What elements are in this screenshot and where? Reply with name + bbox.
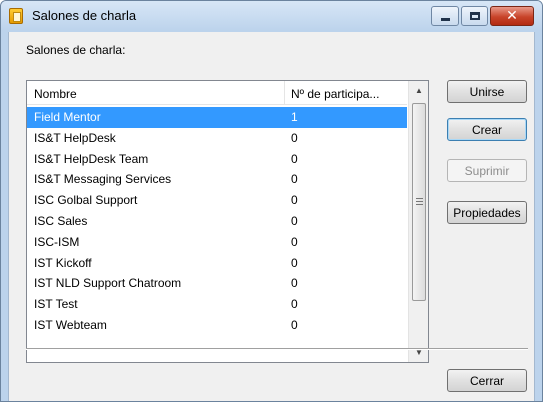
participant-count: 0 bbox=[291, 234, 298, 249]
thumb-grip-line bbox=[416, 204, 423, 205]
room-name: ISC-ISM bbox=[34, 234, 80, 249]
participant-count: 0 bbox=[291, 255, 298, 270]
app-icon bbox=[9, 8, 23, 24]
chat-rooms-window: Salones de charla ✕ Salones de charla: N… bbox=[0, 0, 543, 402]
room-name: IST NLD Support Chatroom bbox=[34, 276, 182, 291]
list-header: Nombre Nº de participa... bbox=[27, 81, 407, 105]
list-item[interactable]: ISC Golbal Support 0 bbox=[27, 190, 407, 211]
chat-rooms-list[interactable]: Nombre Nº de participa... Field Mentor 1 I… bbox=[26, 80, 429, 363]
column-separator[interactable] bbox=[284, 81, 285, 104]
list-item[interactable]: IS&T HelpDesk 0 bbox=[27, 128, 407, 149]
participant-count: 0 bbox=[291, 276, 298, 291]
join-button[interactable]: Unirse bbox=[447, 80, 527, 103]
minimize-icon bbox=[440, 18, 450, 21]
vertical-scrollbar[interactable]: ▲ ▼ bbox=[408, 81, 428, 362]
participant-count: 1 bbox=[291, 110, 298, 124]
room-name: IST Webteam bbox=[34, 317, 107, 332]
participant-count: 0 bbox=[291, 213, 298, 228]
participant-count: 0 bbox=[291, 151, 298, 166]
window-title: Salones de charla bbox=[32, 8, 137, 23]
participant-count: 0 bbox=[291, 297, 298, 312]
maximize-icon bbox=[469, 12, 480, 20]
list-item[interactable]: IS&T HelpDesk Team 0 bbox=[27, 149, 407, 170]
list-item[interactable]: Field Mentor 1 bbox=[27, 107, 407, 128]
close-button[interactable]: Cerrar bbox=[447, 369, 527, 392]
thumb-grip-line bbox=[416, 198, 423, 199]
maximize-button[interactable] bbox=[461, 6, 488, 26]
list-rows: Field Mentor 1 IS&T HelpDesk 0 IS&T HelpDesk… bbox=[27, 107, 407, 336]
list-item[interactable]: IST Webteam 0 bbox=[27, 315, 407, 336]
room-name: ISC Sales bbox=[34, 213, 88, 228]
delete-button: Suprimir bbox=[447, 159, 527, 182]
column-header-participants[interactable]: Nº de participa... bbox=[291, 87, 379, 101]
participant-count: 0 bbox=[291, 130, 298, 145]
create-button[interactable]: Crear bbox=[447, 118, 527, 141]
room-name: ISC Golbal Support bbox=[34, 193, 138, 208]
chat-rooms-label: Salones de charla: bbox=[26, 43, 126, 57]
list-item[interactable]: IST Kickoff 0 bbox=[27, 253, 407, 274]
room-name: IS&T HelpDesk bbox=[34, 130, 116, 145]
separator-line bbox=[26, 348, 528, 350]
scroll-down-arrow-icon[interactable]: ▼ bbox=[409, 343, 428, 362]
participant-count: 0 bbox=[291, 317, 298, 332]
room-name: IST Kickoff bbox=[34, 255, 92, 270]
minimize-button[interactable] bbox=[431, 6, 459, 26]
thumb-grip-line bbox=[416, 201, 423, 202]
room-name: IS&T Messaging Services bbox=[34, 172, 172, 187]
column-header-name[interactable]: Nombre bbox=[34, 87, 77, 101]
scroll-up-arrow-icon[interactable]: ▲ bbox=[409, 81, 428, 100]
dialog-body: Salones de charla: Nombre Nº de particip… bbox=[8, 32, 535, 401]
scrollbar-thumb[interactable] bbox=[412, 103, 426, 301]
participant-count: 0 bbox=[291, 193, 298, 208]
list-item[interactable]: IS&T Messaging Services 0 bbox=[27, 169, 407, 190]
close-icon: ✕ bbox=[506, 8, 518, 24]
room-name: Field Mentor bbox=[34, 110, 101, 124]
list-item[interactable]: ISC Sales 0 bbox=[27, 211, 407, 232]
list-item[interactable]: IST NLD Support Chatroom 0 bbox=[27, 273, 407, 294]
room-name: IST Test bbox=[34, 297, 78, 312]
room-name: IS&T HelpDesk Team bbox=[34, 151, 149, 166]
title-bar[interactable]: Salones de charla ✕ bbox=[1, 1, 542, 31]
close-window-button[interactable]: ✕ bbox=[490, 6, 534, 26]
participant-count: 0 bbox=[291, 172, 298, 187]
list-item[interactable]: IST Test 0 bbox=[27, 294, 407, 315]
list-item[interactable]: ISC-ISM 0 bbox=[27, 232, 407, 253]
properties-button[interactable]: Propiedades bbox=[447, 201, 527, 224]
